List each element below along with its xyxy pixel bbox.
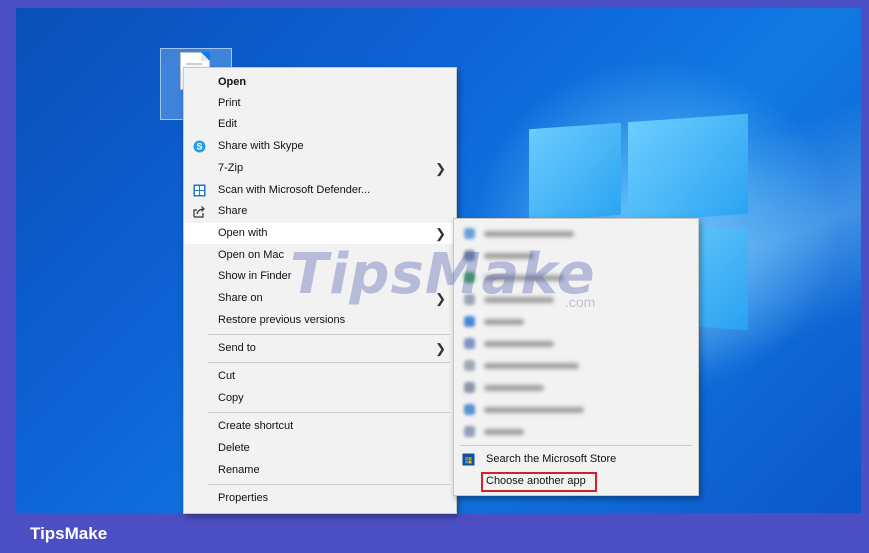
menu-separator bbox=[208, 334, 450, 335]
microsoft-store-icon bbox=[462, 453, 475, 466]
menu-item-print[interactable]: Print bbox=[184, 93, 456, 114]
menu-item-search-store[interactable]: Search the Microsoft Store bbox=[454, 449, 698, 470]
chevron-right-icon: ❯ bbox=[435, 341, 446, 356]
blurred-app-item[interactable] bbox=[454, 311, 698, 333]
menu-item-label: Delete bbox=[218, 442, 250, 454]
app-name-blurred bbox=[484, 319, 524, 325]
menu-item-label: Send to bbox=[218, 342, 256, 354]
app-name-blurred bbox=[484, 231, 574, 237]
menu-item-cut[interactable]: Cut bbox=[184, 366, 456, 387]
menu-separator bbox=[208, 412, 450, 413]
menu-item-create-shortcut[interactable]: Create shortcut bbox=[184, 416, 456, 437]
menu-item-7zip[interactable]: 7-Zip ❯ bbox=[184, 158, 456, 179]
menu-separator bbox=[208, 362, 450, 363]
menu-item-label: Share bbox=[218, 205, 248, 217]
menu-item-label: Rename bbox=[218, 464, 260, 476]
menu-item-rename[interactable]: Rename bbox=[184, 460, 456, 481]
menu-item-label: Edit bbox=[218, 118, 237, 130]
menu-item-label: Open bbox=[218, 76, 247, 88]
blurred-app-item[interactable] bbox=[454, 377, 698, 399]
app-icon bbox=[464, 316, 475, 327]
menu-item-open[interactable]: Open bbox=[184, 72, 456, 93]
menu-item-label: Restore previous versions bbox=[218, 314, 346, 326]
chevron-right-icon: ❯ bbox=[435, 161, 446, 176]
menu-item-label: Create shortcut bbox=[218, 420, 294, 432]
app-name-blurred bbox=[484, 407, 584, 413]
app-name-blurred bbox=[484, 341, 554, 347]
menu-separator bbox=[208, 484, 450, 485]
wallpaper-pane-tl bbox=[529, 122, 621, 222]
menu-item-open-with[interactable]: Open with ❯ bbox=[184, 223, 456, 244]
wallpaper-pane-tr bbox=[628, 113, 748, 223]
menu-item-share-skype[interactable]: S Share with Skype bbox=[184, 136, 456, 157]
menu-item-delete[interactable]: Delete bbox=[184, 438, 456, 459]
chevron-right-icon: ❯ bbox=[435, 226, 446, 241]
app-name-blurred bbox=[484, 363, 579, 369]
menu-item-label: Scan with Microsoft Defender... bbox=[218, 184, 371, 196]
blurred-app-item[interactable] bbox=[454, 421, 698, 443]
defender-icon bbox=[193, 184, 206, 197]
menu-item-share[interactable]: Share bbox=[184, 201, 456, 222]
app-icon bbox=[464, 426, 475, 437]
highlight-box bbox=[481, 472, 597, 492]
share-icon bbox=[193, 206, 205, 218]
app-name-blurred bbox=[484, 429, 524, 435]
menu-item-label: Open on Mac bbox=[218, 249, 285, 261]
menu-item-label: Share on bbox=[218, 292, 263, 304]
svg-text:S: S bbox=[196, 142, 202, 152]
menu-item-label: Print bbox=[218, 97, 241, 109]
blurred-app-item[interactable] bbox=[454, 399, 698, 421]
watermark: TipsMake bbox=[290, 242, 596, 307]
blurred-app-item[interactable] bbox=[454, 333, 698, 355]
menu-item-edit[interactable]: Edit bbox=[184, 114, 456, 135]
skype-icon: S bbox=[193, 140, 206, 153]
menu-item-send-to[interactable]: Send to ❯ bbox=[184, 338, 456, 359]
menu-item-label: Properties bbox=[218, 492, 269, 504]
menu-item-label: Search the Microsoft Store bbox=[486, 453, 617, 465]
menu-item-label: Cut bbox=[218, 370, 236, 382]
menu-item-label: Share with Skype bbox=[218, 140, 304, 152]
app-icon bbox=[464, 338, 475, 349]
menu-separator bbox=[460, 445, 692, 446]
menu-item-copy[interactable]: Copy bbox=[184, 388, 456, 409]
menu-item-label: Copy bbox=[218, 392, 244, 404]
menu-item-label: 7-Zip bbox=[218, 162, 244, 174]
menu-item-label: Show in Finder bbox=[218, 270, 292, 282]
brand-label: TipsMake bbox=[30, 524, 108, 543]
watermark-suffix: .com bbox=[565, 294, 596, 310]
app-name-blurred bbox=[484, 385, 544, 391]
menu-item-restore-versions[interactable]: Restore previous versions bbox=[184, 310, 456, 331]
app-icon bbox=[464, 228, 475, 239]
menu-item-label: Open with bbox=[218, 227, 268, 239]
blurred-app-item[interactable] bbox=[454, 355, 698, 377]
app-icon bbox=[464, 360, 475, 371]
menu-item-scan-defender[interactable]: Scan with Microsoft Defender... bbox=[184, 180, 456, 201]
app-icon bbox=[464, 404, 475, 415]
menu-item-properties[interactable]: Properties bbox=[184, 488, 456, 509]
app-icon bbox=[464, 382, 475, 393]
